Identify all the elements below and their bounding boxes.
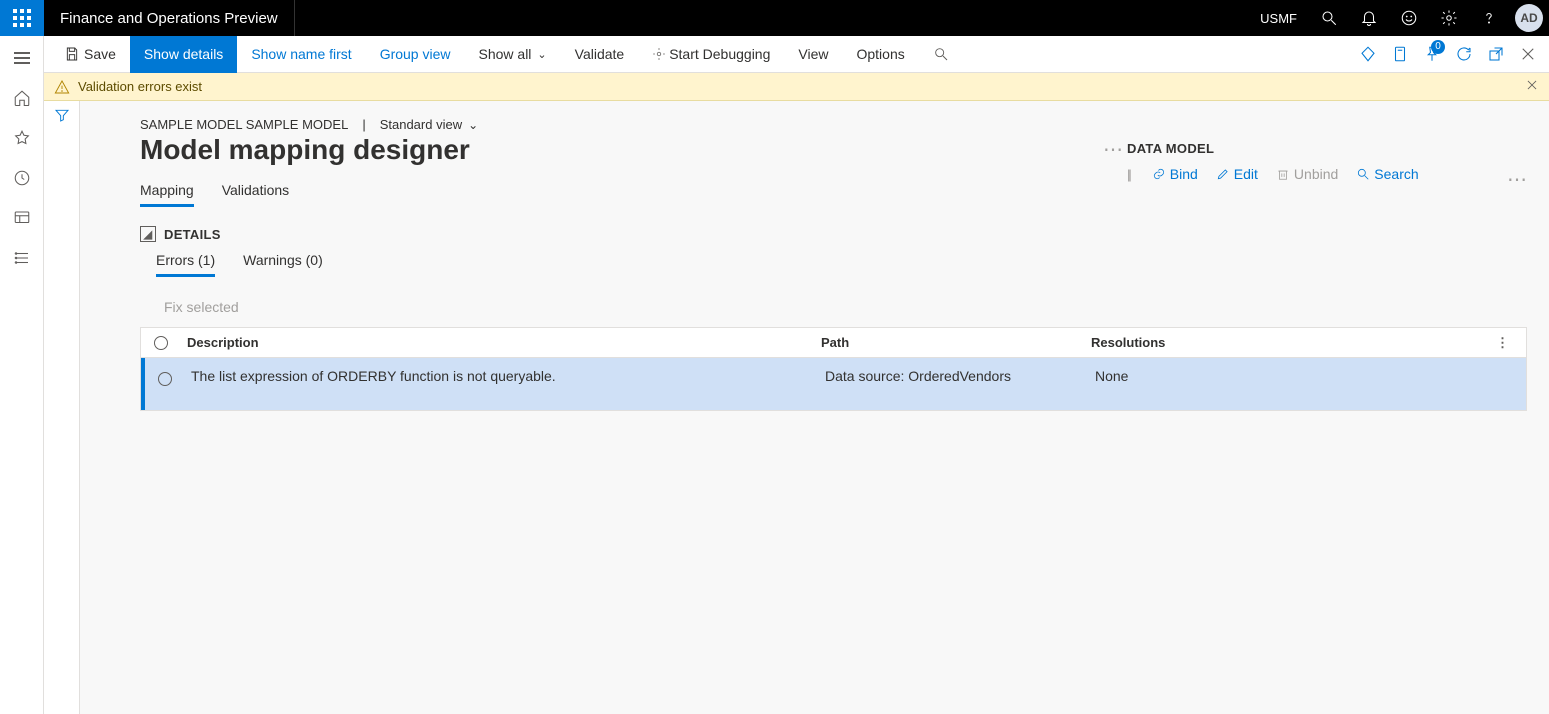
view-menu[interactable]: View (784, 36, 842, 73)
row-select-radio[interactable] (158, 372, 172, 386)
chevron-down-icon: ⌄ (468, 118, 478, 132)
feedback-icon[interactable] (1389, 0, 1429, 36)
tab-warnings[interactable]: Warnings (0) (243, 252, 323, 277)
column-header-description[interactable]: Description (181, 335, 821, 350)
company-code[interactable]: USMF (1248, 0, 1309, 36)
workspaces-icon[interactable] (0, 200, 44, 236)
notifications-icon[interactable] (1349, 0, 1389, 36)
edit-button[interactable]: Edit (1216, 166, 1258, 182)
group-view-button[interactable]: Group view (366, 36, 465, 73)
details-collapse-icon[interactable]: ◢ (140, 226, 156, 242)
diamond-icon[interactable] (1353, 36, 1383, 73)
user-avatar[interactable]: AD (1509, 0, 1549, 36)
show-name-first-button[interactable]: Show name first (237, 36, 365, 73)
filter-icon[interactable] (54, 107, 70, 714)
row-description: The list expression of ORDERBY function … (185, 368, 825, 384)
validate-button[interactable]: Validate (561, 36, 639, 73)
view-selector[interactable]: Standard view ⌄ (380, 117, 478, 132)
save-button[interactable]: Save (50, 36, 130, 73)
panel-drag-dots: ⋯ (1103, 137, 1123, 162)
refresh-icon[interactable] (1449, 36, 1479, 73)
tab-validations[interactable]: Validations (222, 182, 289, 207)
details-heading: DETAILS (164, 227, 221, 242)
breadcrumb: SAMPLE MODEL SAMPLE MODEL (140, 117, 348, 132)
splitter-grip-icon[interactable]: || (1127, 167, 1130, 182)
toolbar-search-icon[interactable] (919, 36, 963, 73)
pin-badge: 0 (1431, 40, 1445, 54)
options-menu[interactable]: Options (842, 36, 918, 73)
errors-grid: Description Path Resolutions ⋮ The list … (140, 327, 1527, 411)
help-icon[interactable] (1469, 0, 1509, 36)
show-all-menu[interactable]: Show all⌄ (465, 36, 561, 73)
select-all-radio[interactable] (154, 336, 168, 350)
validation-warning-text: Validation errors exist (78, 79, 202, 94)
settings-icon[interactable] (1429, 0, 1469, 36)
row-resolutions: None (1095, 368, 1496, 384)
panel-drag-dots: ⋯ (1507, 167, 1527, 192)
column-header-resolutions[interactable]: Resolutions (1091, 335, 1496, 350)
chevron-down-icon: ⌄ (537, 48, 546, 61)
error-row[interactable]: The list expression of ORDERBY function … (141, 358, 1526, 410)
favorites-icon[interactable] (0, 120, 44, 156)
nav-expand-button[interactable] (0, 40, 44, 76)
recent-icon[interactable] (0, 160, 44, 196)
data-model-heading: DATA MODEL (1127, 141, 1527, 156)
app-launcher[interactable] (0, 0, 44, 36)
show-details-button[interactable]: Show details (130, 36, 237, 73)
home-icon[interactable] (0, 80, 44, 116)
tab-errors[interactable]: Errors (1) (156, 252, 215, 277)
popout-icon[interactable] (1481, 36, 1511, 73)
row-path: Data source: OrderedVendors (825, 368, 1095, 384)
validation-warning-bar: Validation errors exist (44, 73, 1549, 101)
unbind-button: Unbind (1276, 166, 1338, 182)
grid-more-icon[interactable]: ⋮ (1496, 335, 1526, 351)
fix-selected-button[interactable]: Fix selected (164, 299, 1527, 315)
bind-button[interactable]: Bind (1152, 166, 1198, 182)
breadcrumb-separator: | (362, 117, 365, 132)
column-header-path[interactable]: Path (821, 335, 1091, 350)
warning-close-icon[interactable] (1525, 78, 1539, 95)
modules-icon[interactable] (0, 240, 44, 276)
close-icon[interactable] (1513, 36, 1543, 73)
avatar-initials: AD (1515, 4, 1543, 32)
app-title: Finance and Operations Preview (44, 0, 295, 36)
attachments-icon[interactable] (1385, 36, 1415, 73)
search-button[interactable]: Search (1356, 166, 1418, 182)
save-label: Save (84, 46, 116, 62)
search-icon[interactable] (1309, 0, 1349, 36)
tab-mapping[interactable]: Mapping (140, 182, 194, 207)
start-debugging-button[interactable]: Start Debugging (638, 36, 784, 73)
pin-icon[interactable]: 0 (1417, 36, 1447, 73)
